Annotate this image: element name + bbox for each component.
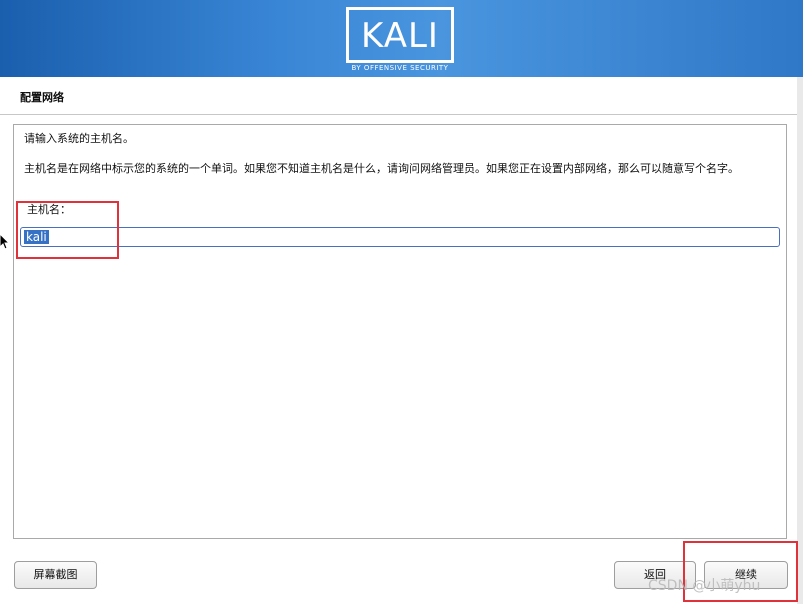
screenshot-button[interactable]: 屏幕截图 — [14, 561, 97, 589]
hostname-prompt: 请输入系统的主机名。 — [24, 132, 134, 145]
kali-logo-subtitle: BY OFFENSIVE SECURITY — [351, 64, 449, 72]
hostname-description: 主机名是在网络中标示您的系统的一个单词。如果您不知道主机名是什么，请询问网络管理… — [24, 162, 739, 175]
watermark: CSDN @小萌yhu — [648, 578, 761, 594]
mouse-cursor-icon — [0, 233, 11, 254]
kali-logo: KALI — [346, 7, 454, 63]
content-panel — [13, 124, 787, 539]
title-divider — [0, 114, 797, 115]
annotation-box-hostname — [16, 201, 119, 259]
kali-banner: KALI BY OFFENSIVE SECURITY — [0, 0, 803, 77]
window-edge — [797, 77, 803, 604]
hostname-input[interactable] — [20, 227, 780, 247]
kali-logo-text: KALI — [361, 16, 439, 56]
page-title: 配置网络 — [20, 91, 64, 104]
